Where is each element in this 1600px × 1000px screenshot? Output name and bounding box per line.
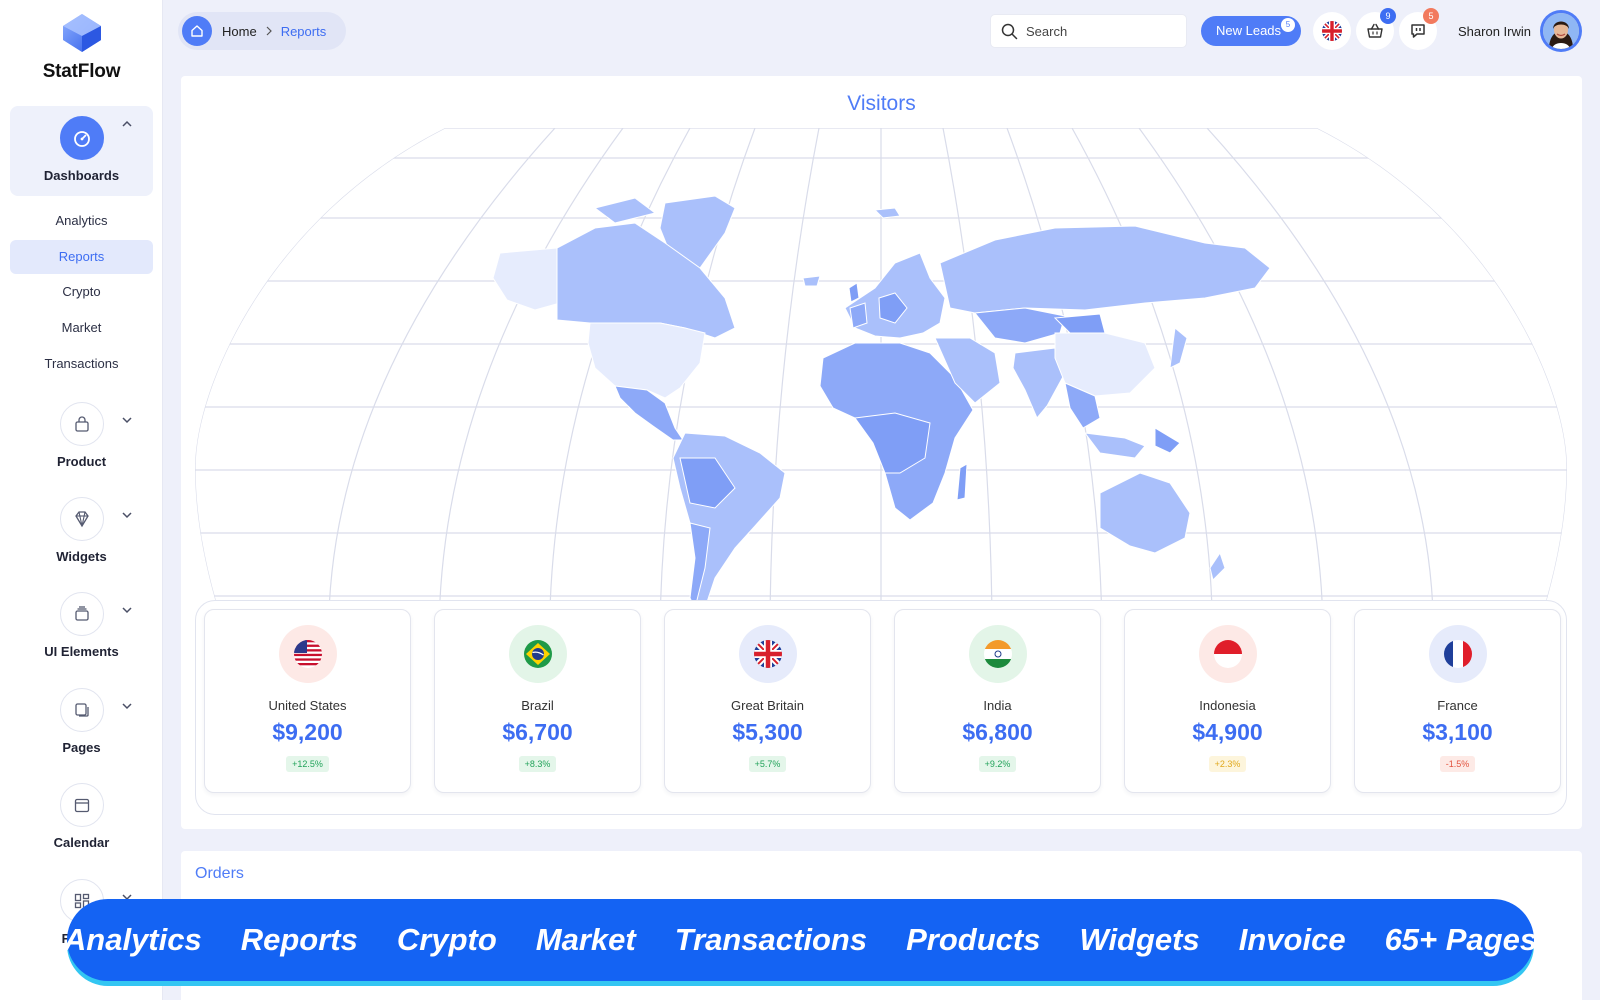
- diamond-icon: [59, 497, 104, 541]
- search-icon: [1001, 23, 1018, 39]
- sidebar-item-market[interactable]: Market: [10, 311, 153, 345]
- cart-badge: 9: [1380, 8, 1396, 24]
- country-card[interactable]: Indonesia $4,900 +2.3%: [1124, 609, 1331, 793]
- feature-banner: Analytics Reports Crypto Market Transact…: [63, 899, 1537, 981]
- banner-item-invoice: Invoice: [1238, 922, 1346, 957]
- sidebar-item-transactions[interactable]: Transactions: [10, 347, 153, 381]
- change-badge: +5.7%: [748, 756, 787, 772]
- country-card[interactable]: France $3,100 -1.5%: [1354, 609, 1561, 793]
- avatar[interactable]: [1540, 10, 1582, 52]
- user-name[interactable]: Sharon Irwin: [1458, 24, 1531, 39]
- change-badge: +8.3%: [518, 756, 557, 772]
- basket-icon: [1367, 23, 1383, 38]
- change-badge: +2.3%: [1208, 756, 1247, 772]
- change-badge: +12.5%: [286, 756, 329, 772]
- country-card[interactable]: India $6,800 +9.2%: [894, 609, 1101, 793]
- france-flag-icon: [1428, 625, 1487, 683]
- chevron-down-icon[interactable]: [121, 700, 133, 712]
- layers-icon: [59, 592, 104, 636]
- new-leads-button[interactable]: New Leads 5: [1201, 16, 1301, 46]
- country-name: India: [983, 698, 1012, 713]
- language-button[interactable]: [1313, 12, 1351, 50]
- calendar-icon: [59, 783, 104, 827]
- country-amount: $6,800: [962, 719, 1033, 745]
- home-icon[interactable]: [182, 16, 212, 46]
- banner-item-reports: Reports: [240, 922, 358, 957]
- search-box[interactable]: [990, 14, 1187, 48]
- logo-icon: [62, 14, 101, 52]
- app-name: StatFlow: [42, 61, 121, 82]
- cart-button[interactable]: 9: [1356, 8, 1396, 50]
- banner-item-widgets: Widgets: [1079, 922, 1200, 957]
- country-list: United States $9,200 +12.5% Brazil $6,70…: [195, 600, 1567, 815]
- banner-item-analytics: Analytics: [63, 922, 202, 957]
- india-flag-icon: [968, 625, 1027, 683]
- country-name: Great Britain: [731, 698, 804, 713]
- chevron-down-icon[interactable]: [121, 509, 133, 521]
- sidebar: StatFlow Dashboards Analytics Reports Cr…: [0, 0, 163, 1000]
- chevron-up-icon[interactable]: [121, 118, 133, 130]
- breadcrumb-home[interactable]: Home: [222, 24, 257, 39]
- nav-dashboards[interactable]: Dashboards: [10, 106, 153, 196]
- avatar-image: [1543, 13, 1579, 49]
- messages-badge: 5: [1423, 8, 1439, 24]
- banner-item-pages: 65+ Pages: [1384, 922, 1538, 957]
- chevron-down-icon[interactable]: [121, 414, 133, 426]
- nav-widgets-label: Widgets: [56, 549, 107, 564]
- country-card[interactable]: Great Britain $5,300 +5.7%: [664, 609, 871, 793]
- nav-product-label: Product: [56, 454, 107, 469]
- nav-pages[interactable]: Pages: [10, 688, 153, 755]
- brazil-flag-icon: [508, 625, 567, 683]
- change-badge: +9.2%: [978, 756, 1017, 772]
- nav-pages-label: Pages: [62, 740, 101, 755]
- nav-widgets[interactable]: Widgets: [10, 497, 153, 564]
- uk-flag-icon: [738, 625, 797, 683]
- pages-icon: [59, 688, 104, 732]
- uk-flag-icon: [1322, 21, 1342, 41]
- country-amount: $3,100: [1422, 719, 1493, 745]
- logo[interactable]: StatFlow: [0, 12, 162, 83]
- breadcrumb-current: Reports: [280, 23, 327, 39]
- nav-calendar-label: Calendar: [53, 835, 110, 850]
- banner-item-transactions: Transactions: [674, 922, 868, 957]
- dashboard-icon: [59, 116, 104, 160]
- visitors-title: Visitors: [847, 92, 916, 115]
- country-card[interactable]: United States $9,200 +12.5%: [204, 609, 411, 793]
- banner-item-crypto: Crypto: [396, 922, 497, 957]
- nav-product[interactable]: Product: [10, 402, 153, 469]
- country-card[interactable]: Brazil $6,700 +8.3%: [434, 609, 641, 793]
- bag-icon: [59, 402, 104, 446]
- us-flag-icon: [278, 625, 337, 683]
- world-map: [195, 128, 1567, 678]
- country-name: France: [1437, 698, 1478, 713]
- country-name: United States: [268, 698, 347, 713]
- nav-calendar[interactable]: Calendar: [10, 783, 153, 850]
- breadcrumb: Home Reports: [178, 12, 346, 50]
- country-name: Indonesia: [1199, 698, 1256, 713]
- sidebar-item-analytics[interactable]: Analytics: [10, 204, 153, 238]
- nav-dashboards-label: Dashboards: [43, 168, 120, 183]
- chevron-right-icon: [266, 26, 272, 36]
- search-input[interactable]: [1026, 23, 1176, 39]
- visitors-card: Visitors United States $9,200 +12.5% Bra…: [181, 76, 1582, 829]
- sidebar-item-crypto[interactable]: Crypto: [10, 275, 153, 309]
- chat-icon: [1411, 24, 1425, 38]
- change-badge: -1.5%: [1439, 756, 1476, 772]
- nav-ui-elements-label: UI Elements: [44, 644, 119, 659]
- new-leads-label: New Leads: [1216, 23, 1282, 38]
- messages-button[interactable]: 5: [1399, 8, 1439, 50]
- banner-item-products: Products: [906, 922, 1041, 957]
- banner-item-market: Market: [535, 922, 636, 957]
- indonesia-flag-icon: [1198, 625, 1257, 683]
- country-name: Brazil: [521, 698, 554, 713]
- new-leads-badge: 5: [1281, 18, 1295, 32]
- nav-ui-elements[interactable]: UI Elements: [10, 592, 153, 659]
- country-amount: $4,900: [1192, 719, 1263, 745]
- chevron-down-icon[interactable]: [121, 604, 133, 616]
- sidebar-item-reports[interactable]: Reports: [10, 240, 153, 274]
- country-amount: $9,200: [272, 719, 343, 745]
- orders-title: Orders: [195, 865, 244, 882]
- country-amount: $6,700: [502, 719, 573, 745]
- country-amount: $5,300: [732, 719, 803, 745]
